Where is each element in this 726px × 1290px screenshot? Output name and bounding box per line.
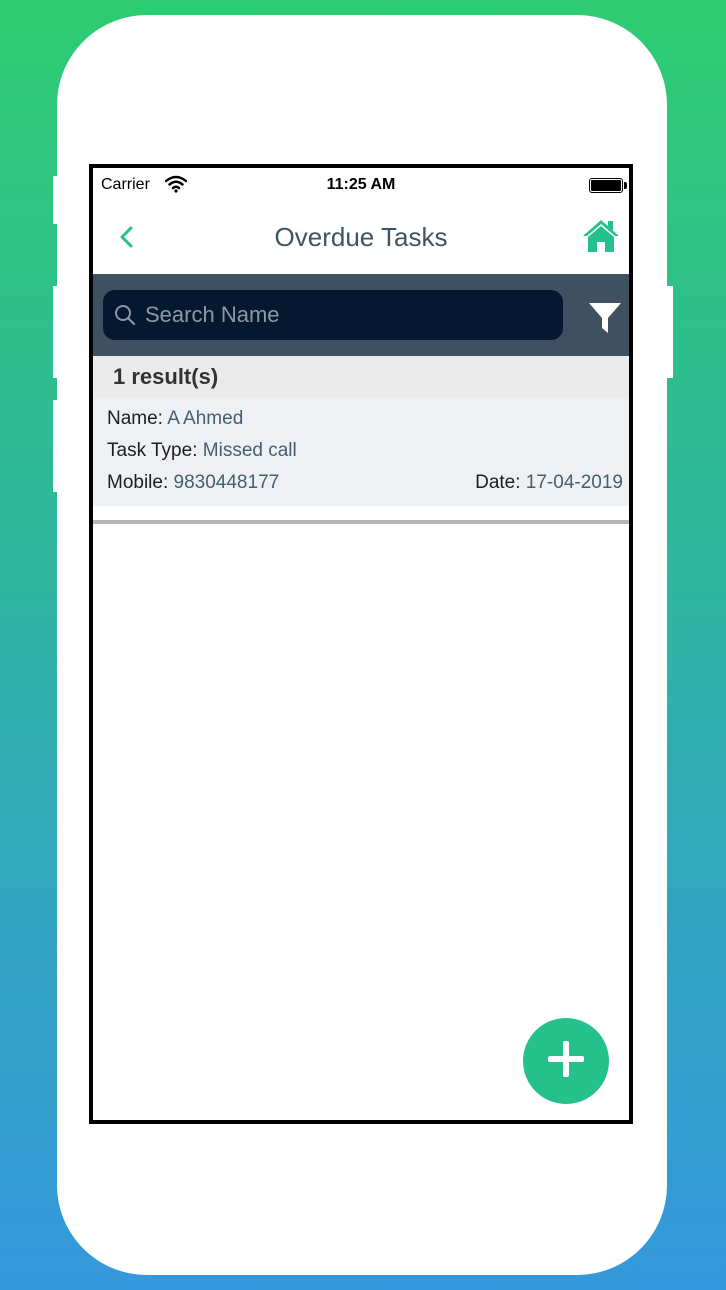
status-bar: Carrier 11:25 AM <box>93 168 629 202</box>
list-divider <box>93 520 629 524</box>
task-type-value: Missed call <box>202 440 297 461</box>
battery-tip <box>624 182 627 189</box>
date-value: 17-04-2019 <box>525 472 623 493</box>
side-button-left-2 <box>53 286 59 378</box>
side-button-left-1 <box>53 176 59 224</box>
task-type-row: Task Type: Missed call <box>107 440 297 462</box>
task-list-item[interactable]: Name: A Ahmed Task Type: Missed call Mob… <box>93 398 629 506</box>
result-count-header: 1 result(s) <box>93 356 629 398</box>
search-input[interactable] <box>145 295 545 335</box>
search-icon <box>113 303 137 327</box>
mobile-label: Mobile: <box>107 472 169 493</box>
clock-time: 11:25 AM <box>326 176 396 193</box>
home-button[interactable] <box>581 218 621 256</box>
mobile-row: Mobile: 9830448177 <box>107 472 279 494</box>
page-title: Overdue Tasks <box>274 222 448 252</box>
filter-button[interactable] <box>587 300 623 336</box>
name-value: A Ahmed <box>167 408 244 429</box>
task-type-label: Task Type: <box>107 440 198 461</box>
search-box[interactable] <box>103 290 563 340</box>
search-panel <box>93 274 629 356</box>
plus-icon <box>546 1039 586 1084</box>
date-label: Date: <box>475 472 521 493</box>
add-task-button[interactable] <box>523 1018 609 1104</box>
app-screen: Carrier 11:25 AM Overdue Tasks Search Na… <box>89 164 633 1124</box>
filter-icon <box>587 303 623 340</box>
result-count: 1 result(s) <box>113 364 219 389</box>
home-icon <box>581 220 621 258</box>
name-label: Name: <box>107 408 163 429</box>
navigation-bar: Overdue Tasks <box>93 202 629 274</box>
mobile-value: 9830448177 <box>173 472 280 493</box>
battery-icon <box>589 178 623 193</box>
task-name-row: Name: A Ahmed <box>107 408 243 430</box>
side-button-left-3 <box>53 400 59 492</box>
side-button-right <box>667 286 673 378</box>
date-row: Date: 17-04-2019 <box>475 472 623 494</box>
